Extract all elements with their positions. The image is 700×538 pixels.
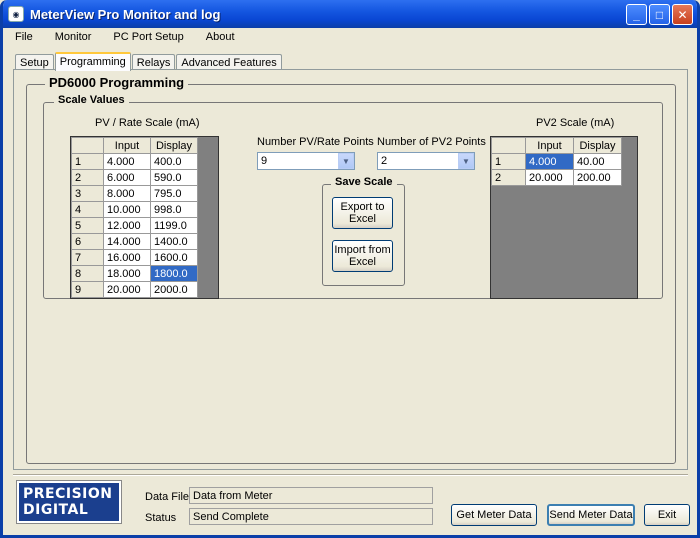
close-button[interactable]: ✕ (672, 4, 693, 25)
tab-programming[interactable]: Programming (54, 52, 131, 71)
row-number: 4 (71, 201, 104, 218)
display-cell[interactable]: 1400.0 (150, 233, 198, 250)
scale-values-group: Scale Values PV / Rate Scale (mA) Input … (43, 94, 663, 299)
table-row: 4 10.000 998.0 (71, 201, 198, 218)
table-row: 8 18.000 1800.0 (71, 265, 198, 282)
row-number: 1 (491, 153, 526, 170)
pv-points-select[interactable]: 9 ▼ (257, 152, 355, 170)
pv2-scale-grid: Input Display 1 4.000 40.00 2 20.000 200… (490, 136, 638, 299)
menu-about[interactable]: About (194, 31, 245, 43)
save-scale-group: Save Scale Export to Excel Import from E… (322, 176, 405, 286)
data-file-field: Data from Meter (189, 487, 433, 504)
save-scale-title: Save Scale (331, 176, 397, 188)
export-to-excel-button[interactable]: Export to Excel (332, 197, 393, 229)
import-from-excel-button[interactable]: Import from Excel (332, 240, 393, 272)
column-header-input: Input (525, 137, 574, 154)
input-cell[interactable]: 12.000 (103, 217, 151, 234)
send-meter-data-button[interactable]: Send Meter Data (547, 504, 635, 526)
pv2-points-label: Number of PV2 Points (377, 136, 486, 148)
input-cell-selected[interactable]: 4.000 (525, 153, 574, 170)
display-cell[interactable]: 998.0 (150, 201, 198, 218)
footer-separator (13, 474, 688, 476)
row-number: 3 (71, 185, 104, 202)
programming-tab-page: PD6000 Programming Scale Values PV / Rat… (13, 69, 688, 470)
logo-line-2: DIGITAL (23, 502, 89, 518)
row-number: 5 (71, 217, 104, 234)
display-cell[interactable]: 2000.0 (150, 281, 198, 298)
data-file-label: Data File (145, 491, 190, 503)
pv2-scale-title: PV2 Scale (mA) (536, 117, 615, 129)
app-window: ◉ MeterView Pro Monitor and log _ □ ✕ Fi… (0, 0, 700, 538)
minimize-button[interactable]: _ (626, 4, 647, 25)
input-cell[interactable]: 14.000 (103, 233, 151, 250)
display-cell[interactable]: 200.00 (573, 169, 622, 186)
table-row: 2 6.000 590.0 (71, 169, 198, 186)
scale-values-title: Scale Values (54, 94, 129, 106)
tab-advanced-features[interactable]: Advanced Features (176, 54, 282, 70)
input-cell[interactable]: 10.000 (103, 201, 151, 218)
pd6000-programming-title: PD6000 Programming (45, 75, 189, 90)
exit-button[interactable]: Exit (644, 504, 690, 526)
pv2-points-select[interactable]: 2 ▼ (377, 152, 475, 170)
get-meter-data-button[interactable]: Get Meter Data (451, 504, 537, 526)
status-label: Status (145, 512, 177, 524)
app-icon: ◉ (8, 6, 24, 22)
logo-line-1: PRECISION (23, 486, 113, 502)
display-cell[interactable]: 1199.0 (150, 217, 198, 234)
input-cell[interactable]: 20.000 (103, 281, 151, 298)
pv-scale-title: PV / Rate Scale (mA) (95, 117, 200, 129)
precision-digital-logo: PRECISION DIGITAL (16, 480, 122, 524)
tab-strip: Setup Programming Relays Advanced Featur… (15, 52, 283, 71)
menu-bar: File Monitor PC Port Setup About (3, 28, 697, 46)
row-number: 2 (491, 169, 526, 186)
table-row: 7 16.000 1600.0 (71, 249, 198, 266)
table-row: 9 20.000 2000.0 (71, 281, 198, 298)
pv-points-value: 9 (261, 155, 268, 167)
maximize-button[interactable]: □ (649, 4, 670, 25)
display-cell[interactable]: 795.0 (150, 185, 198, 202)
display-cell[interactable]: 590.0 (150, 169, 198, 186)
pd6000-programming-group: PD6000 Programming Scale Values PV / Rat… (26, 75, 676, 464)
input-cell[interactable]: 16.000 (103, 249, 151, 266)
table-row: 1 4.000 400.0 (71, 153, 198, 170)
column-header-display: Display (573, 137, 622, 154)
input-cell[interactable]: 8.000 (103, 185, 151, 202)
row-number: 1 (71, 153, 104, 170)
table-row: 3 8.000 795.0 (71, 185, 198, 202)
menu-file[interactable]: File (3, 31, 43, 43)
pv-points-label: Number PV/Rate Points (257, 136, 374, 148)
table-row: 2 20.000 200.00 (491, 169, 622, 186)
table-row: 6 14.000 1400.0 (71, 233, 198, 250)
column-header-input: Input (103, 137, 151, 154)
display-cell[interactable]: 1600.0 (150, 249, 198, 266)
row-number: 7 (71, 249, 104, 266)
status-field: Send Complete (189, 508, 433, 525)
column-header-display: Display (150, 137, 198, 154)
table-row: 5 12.000 1199.0 (71, 217, 198, 234)
row-number: 9 (71, 281, 104, 298)
input-cell[interactable]: 4.000 (103, 153, 151, 170)
chevron-down-icon[interactable]: ▼ (458, 153, 474, 169)
table-row: 1 4.000 40.00 (491, 153, 622, 170)
display-cell-selected[interactable]: 1800.0 (150, 265, 198, 282)
input-cell[interactable]: 6.000 (103, 169, 151, 186)
menu-pc-port-setup[interactable]: PC Port Setup (101, 31, 193, 43)
grid-corner (71, 137, 104, 154)
menu-monitor[interactable]: Monitor (43, 31, 102, 43)
window-title: MeterView Pro Monitor and log (30, 6, 221, 22)
row-number: 2 (71, 169, 104, 186)
pv-scale-grid: Input Display 1 4.000 400.0 2 6.000 590.… (70, 136, 219, 299)
display-cell[interactable]: 40.00 (573, 153, 622, 170)
row-number: 6 (71, 233, 104, 250)
row-number: 8 (71, 265, 104, 282)
display-cell[interactable]: 400.0 (150, 153, 198, 170)
grid-corner (491, 137, 526, 154)
pv2-points-value: 2 (381, 155, 388, 167)
tab-setup[interactable]: Setup (15, 54, 54, 70)
chevron-down-icon[interactable]: ▼ (338, 153, 354, 169)
tab-relays[interactable]: Relays (131, 54, 176, 70)
title-bar[interactable]: ◉ MeterView Pro Monitor and log _ □ ✕ (3, 0, 697, 28)
input-cell[interactable]: 18.000 (103, 265, 151, 282)
input-cell[interactable]: 20.000 (525, 169, 574, 186)
